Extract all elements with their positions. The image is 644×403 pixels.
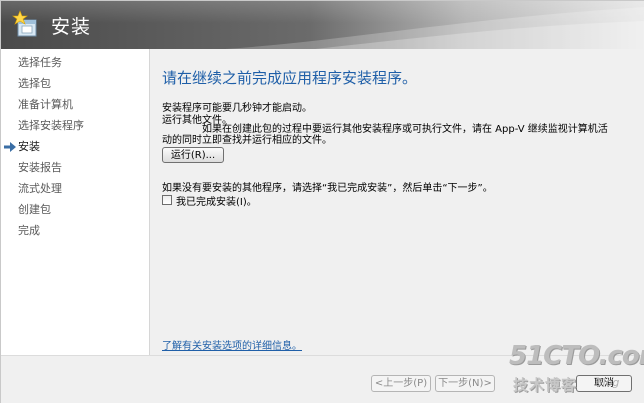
sidebar-item-create-package[interactable]: 创建包 (1, 200, 149, 220)
arrow-right-icon (4, 142, 16, 152)
section-heading: 请在继续之前完成应用程序安装程序。 (162, 69, 418, 87)
wizard-steps-sidebar: 选择任务 选择包 准备计算机 选择安装程序 安装 安装报告 流式处理 创建包 完… (1, 49, 149, 355)
page-title: 安装 (51, 16, 92, 38)
sidebar-item-complete[interactable]: 完成 (1, 221, 149, 241)
sidebar-item-label: 选择安装程序 (18, 119, 84, 132)
sidebar-item-label: 安装 (18, 140, 40, 153)
back-button[interactable]: <上一步(P) (371, 375, 431, 392)
installation-complete-label[interactable]: 我已完成安装(I)。 (176, 193, 257, 208)
sidebar-item-label: 创建包 (18, 203, 51, 216)
window-header: 安装 (1, 1, 644, 49)
app-window: 安装 选择任务 选择包 准备计算机 选择安装程序 安装 安装报告 流式处理 创建… (0, 0, 644, 403)
sidebar-item-label: 安装报告 (18, 161, 62, 174)
site-watermark: 51CTO.com 技术博客 Blog (509, 341, 644, 401)
install-package-icon (12, 10, 37, 37)
sidebar-item-select-package[interactable]: 选择包 (1, 74, 149, 94)
sidebar-item-prepare-computer[interactable]: 准备计算机 (1, 95, 149, 115)
watermark-logo-text: 51CTO.com (509, 341, 644, 371)
more-info-link[interactable]: 了解有关安装选项的详细信息。 (162, 337, 302, 352)
sidebar-item-label: 准备计算机 (18, 98, 73, 111)
next-button[interactable]: 下一步(N)> (435, 375, 495, 392)
sidebar-item-select-installer[interactable]: 选择安装程序 (1, 116, 149, 136)
sidebar-item-install-report[interactable]: 安装报告 (1, 158, 149, 178)
sidebar-item-select-task[interactable]: 选择任务 (1, 53, 149, 73)
watermark-tag: Blog (595, 376, 620, 389)
sidebar-item-label: 选择包 (18, 77, 51, 90)
installation-complete-checkbox[interactable] (162, 195, 172, 205)
sidebar-item-streaming[interactable]: 流式处理 (1, 179, 149, 199)
run-button[interactable]: 运行(R)... (162, 147, 224, 163)
watermark-subtitle: 技术博客 (513, 376, 578, 394)
sidebar-item-label: 流式处理 (18, 182, 62, 195)
sidebar-item-label: 完成 (18, 224, 40, 237)
sidebar-item-install[interactable]: 安装 (1, 137, 149, 157)
main-content-panel: 请在继续之前完成应用程序安装程序。 安装程序可能要几秒钟才能启动。 运行其他文件… (149, 49, 644, 355)
header-swoosh-decoration (225, 7, 644, 49)
completion-instruction: 如果没有要安装的其他程序，请选择“我已完成安装”，然后单击“下一步”。 (162, 183, 493, 194)
run-other-files-description-line2: 动的同时立即查找并运行相应的文件。 (162, 135, 332, 146)
sidebar-item-label: 选择任务 (18, 56, 62, 69)
